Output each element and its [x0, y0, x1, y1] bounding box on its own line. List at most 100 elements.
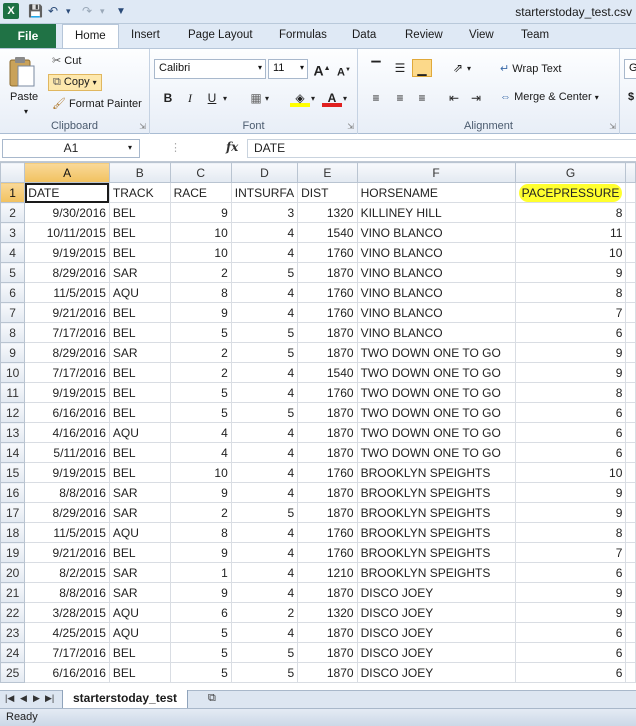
cell-b14[interactable]: BEL [108, 442, 171, 463]
cell-h9[interactable] [625, 342, 636, 363]
column-header-b[interactable]: B [108, 162, 171, 183]
cell-g11[interactable]: 8 [514, 382, 627, 403]
cell-b16[interactable]: SAR [108, 482, 171, 503]
italic-button[interactable]: I [180, 89, 200, 107]
cell-f19[interactable]: BROOKLYN SPEIGHTS [356, 542, 516, 563]
cell-e13[interactable]: 1870 [297, 422, 358, 443]
row-header-10[interactable]: 10 [0, 362, 26, 383]
row-header-3[interactable]: 3 [0, 222, 26, 243]
cell-b6[interactable]: AQU [108, 282, 171, 303]
font-name-select[interactable]: Calibri ▾ [154, 59, 266, 79]
cell-c1[interactable]: RACE [169, 182, 232, 203]
cell-e23[interactable]: 1870 [297, 622, 358, 643]
cell-b4[interactable]: BEL [108, 242, 171, 263]
cell-c20[interactable]: 1 [169, 562, 232, 583]
cell-g16[interactable]: 9 [514, 482, 627, 503]
cell-h12[interactable] [625, 402, 636, 423]
cell-c6[interactable]: 8 [169, 282, 232, 303]
cell-d18[interactable]: 4 [230, 522, 299, 543]
cell-b15[interactable]: BEL [108, 462, 171, 483]
cell-d1[interactable]: INTSURFA [230, 182, 299, 203]
cell-e11[interactable]: 1760 [297, 382, 358, 403]
cell-d9[interactable]: 5 [230, 342, 299, 363]
cell-h14[interactable] [625, 442, 636, 463]
cell-g13[interactable]: 6 [514, 422, 627, 443]
cell-e15[interactable]: 1760 [297, 462, 358, 483]
font-color-dropdown-icon[interactable]: ▾ [340, 90, 350, 108]
cell-d6[interactable]: 4 [230, 282, 299, 303]
row-header-21[interactable]: 21 [0, 582, 26, 603]
cell-c13[interactable]: 4 [169, 422, 232, 443]
cell-f12[interactable]: TWO DOWN ONE TO GO [356, 402, 516, 423]
cell-c5[interactable]: 2 [169, 262, 232, 283]
cell-f17[interactable]: BROOKLYN SPEIGHTS [356, 502, 516, 523]
cell-d14[interactable]: 4 [230, 442, 299, 463]
cell-h1[interactable] [625, 182, 636, 203]
cell-a2[interactable]: 9/30/2016 [24, 202, 110, 223]
font-color-button[interactable]: A [322, 89, 342, 107]
cell-h16[interactable] [625, 482, 636, 503]
cell-e2[interactable]: 1320 [297, 202, 358, 223]
undo-icon[interactable]: ↶ [48, 4, 58, 19]
cell-c9[interactable]: 2 [169, 342, 232, 363]
row-header-12[interactable]: 12 [0, 402, 26, 423]
column-header-e[interactable]: E [297, 162, 358, 183]
cell-a17[interactable]: 8/29/2016 [24, 502, 110, 523]
cell-b23[interactable]: AQU [108, 622, 171, 643]
row-header-7[interactable]: 7 [0, 302, 26, 323]
cell-f11[interactable]: TWO DOWN ONE TO GO [356, 382, 516, 403]
cell-e21[interactable]: 1870 [297, 582, 358, 603]
cell-h15[interactable] [625, 462, 636, 483]
cell-b25[interactable]: BEL [108, 662, 171, 683]
paste-dropdown-icon[interactable]: ▾ [24, 107, 28, 116]
cell-h21[interactable] [625, 582, 636, 603]
row-header-9[interactable]: 9 [0, 342, 26, 363]
cut-button[interactable]: ✂ Cut [52, 54, 81, 67]
cell-c21[interactable]: 9 [169, 582, 232, 603]
cell-h8[interactable] [625, 322, 636, 343]
row-header-23[interactable]: 23 [0, 622, 26, 643]
cell-h5[interactable] [625, 262, 636, 283]
select-all-corner[interactable] [0, 162, 26, 183]
tab-formulas[interactable]: Formulas [279, 29, 327, 41]
cell-h19[interactable] [625, 542, 636, 563]
cell-e3[interactable]: 1540 [297, 222, 358, 243]
cell-c12[interactable]: 5 [169, 402, 232, 423]
cell-g10[interactable]: 9 [514, 362, 627, 383]
formula-input[interactable]: DATE [247, 139, 636, 158]
cell-d25[interactable]: 5 [230, 662, 299, 683]
cell-b9[interactable]: SAR [108, 342, 171, 363]
cell-g23[interactable]: 6 [514, 622, 627, 643]
increase-indent-icon[interactable]: ⇥ [466, 89, 486, 107]
cell-g5[interactable]: 9 [514, 262, 627, 283]
cell-a18[interactable]: 11/5/2015 [24, 522, 110, 543]
cell-c25[interactable]: 5 [169, 662, 232, 683]
cell-h22[interactable] [625, 602, 636, 623]
cell-g19[interactable]: 7 [514, 542, 627, 563]
cell-c11[interactable]: 5 [169, 382, 232, 403]
cell-g7[interactable]: 7 [514, 302, 627, 323]
cell-c23[interactable]: 5 [169, 622, 232, 643]
cell-b7[interactable]: BEL [108, 302, 171, 323]
cell-c2[interactable]: 9 [169, 202, 232, 223]
cell-d17[interactable]: 5 [230, 502, 299, 523]
cell-c4[interactable]: 10 [169, 242, 232, 263]
cell-g18[interactable]: 8 [514, 522, 627, 543]
cell-g2[interactable]: 8 [514, 202, 627, 223]
cell-a23[interactable]: 4/25/2015 [24, 622, 110, 643]
cell-d22[interactable]: 2 [230, 602, 299, 623]
cell-c3[interactable]: 10 [169, 222, 232, 243]
cell-f3[interactable]: VINO BLANCO [356, 222, 516, 243]
column-header-a[interactable]: A [24, 162, 110, 183]
cell-f10[interactable]: TWO DOWN ONE TO GO [356, 362, 516, 383]
cell-e24[interactable]: 1870 [297, 642, 358, 663]
cell-a13[interactable]: 4/16/2016 [24, 422, 110, 443]
cell-e22[interactable]: 1320 [297, 602, 358, 623]
cell-b17[interactable]: SAR [108, 502, 171, 523]
cell-f6[interactable]: VINO BLANCO [356, 282, 516, 303]
cell-f24[interactable]: DISCO JOEY [356, 642, 516, 663]
fill-color-dropdown-icon[interactable]: ▾ [308, 90, 318, 108]
paste-label[interactable]: Paste [10, 91, 38, 103]
wrap-text-button[interactable]: ↵ Wrap Text [500, 62, 561, 75]
cell-g24[interactable]: 6 [514, 642, 627, 663]
